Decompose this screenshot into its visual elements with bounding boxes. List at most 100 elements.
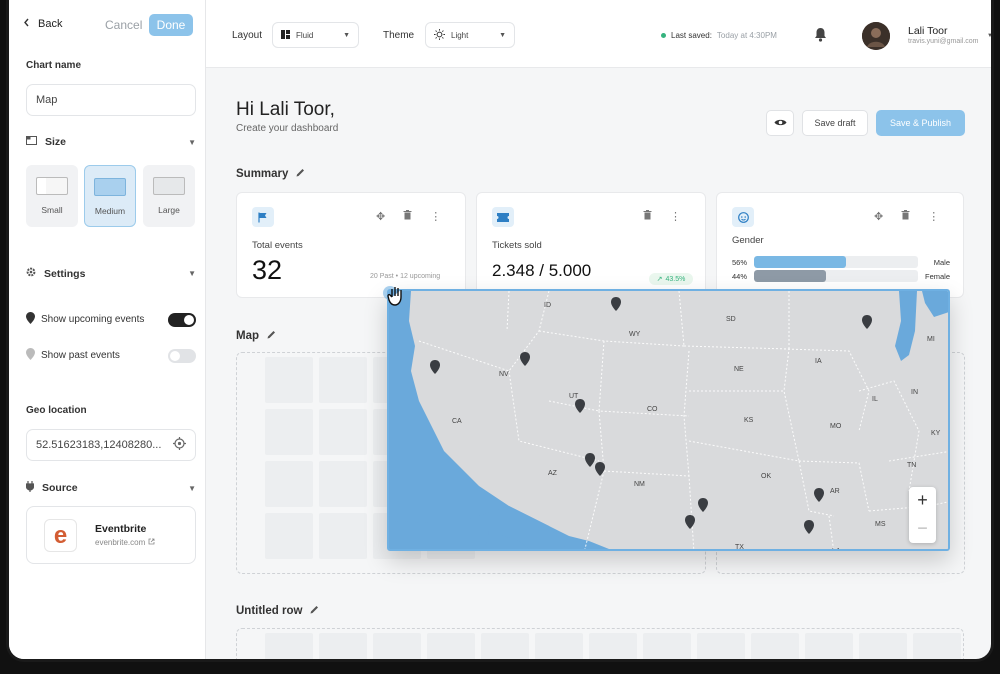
show-upcoming-toggle[interactable] <box>168 312 196 327</box>
zoom-controls: + − <box>909 487 936 543</box>
state-label: MO <box>830 423 842 430</box>
more-vertical-icon[interactable]: ⋮ <box>670 210 681 223</box>
zoom-in-button[interactable]: + <box>909 487 936 515</box>
save-draft-button[interactable]: Save draft <box>802 110 868 136</box>
growth-badge: ↗ 43.5% <box>649 273 693 285</box>
chevron-down-icon[interactable]: ▼ <box>987 33 991 39</box>
crosshair-icon[interactable] <box>173 437 186 453</box>
size-section-header[interactable]: Size ▼ <box>26 136 196 148</box>
pencil-icon[interactable] <box>267 330 276 342</box>
map-heading: Map <box>236 330 276 342</box>
summary-heading: Summary <box>236 168 305 180</box>
sun-icon <box>434 28 445 42</box>
gender-card: ✥ ⋮ Gender 56% Male 44% Female <box>716 192 964 298</box>
untitled-row-drop-zone[interactable] <box>236 628 964 659</box>
more-vertical-icon[interactable]: ⋮ <box>430 210 441 223</box>
external-link-icon <box>148 538 155 547</box>
card-title: Gender <box>732 235 764 246</box>
user-name: Lali Toor <box>908 25 948 37</box>
gender-bar-row: 44% Female <box>732 270 950 282</box>
us-map: ID WY SD NV UT CO NE IA CA KS AZ NM OK M… <box>389 291 948 549</box>
map-widget-dragging[interactable]: ID WY SD NV UT CO NE IA CA KS AZ NM OK M… <box>387 289 950 551</box>
chevron-down-icon: ▼ <box>188 269 196 278</box>
status-dot-icon <box>661 33 666 38</box>
size-option-medium[interactable]: Medium <box>84 165 136 227</box>
trash-icon[interactable] <box>643 210 652 223</box>
preview-button[interactable] <box>766 110 794 136</box>
source-link[interactable]: evenbrite.com <box>95 538 155 547</box>
bell-icon[interactable] <box>814 27 827 47</box>
settings-section-header[interactable]: Settings ▼ <box>26 267 196 280</box>
gender-bar-row: 56% Male <box>732 256 950 268</box>
source-section-header[interactable]: Source ▼ <box>25 481 196 495</box>
state-label: MI <box>927 336 935 343</box>
trash-icon[interactable] <box>901 210 910 223</box>
source-card[interactable]: e Eventbrite evenbrite.com <box>26 506 196 564</box>
zoom-out-button[interactable]: − <box>909 515 936 543</box>
total-events-card: ✥ ⋮ Total events 32 20 Past • 12 upcomin… <box>236 192 466 298</box>
move-icon[interactable]: ✥ <box>874 210 883 223</box>
show-past-row: Show past events <box>26 348 196 363</box>
state-label: AZ <box>548 470 558 477</box>
layout-grid-icon <box>281 29 290 41</box>
state-label: CA <box>452 418 462 425</box>
state-label: NE <box>734 366 744 373</box>
map-pin-icon <box>26 312 35 327</box>
events-breakdown: 20 Past • 12 upcoming <box>370 273 441 280</box>
male-bar <box>754 256 846 268</box>
chevron-down-icon: ▼ <box>188 483 196 493</box>
gear-icon <box>26 267 36 280</box>
size-icon <box>26 136 37 148</box>
untitled-row-heading: Untitled row <box>236 605 319 617</box>
page-subtitle: Create your dashboard <box>236 123 339 134</box>
app-window: Back Cancel Done Chart name Map Size ▼ S… <box>6 0 994 662</box>
bar-track <box>754 270 918 282</box>
avatar[interactable] <box>862 22 890 50</box>
female-bar <box>754 270 827 282</box>
show-upcoming-row: Show upcoming events <box>26 312 196 327</box>
cancel-button[interactable]: Cancel <box>105 18 142 32</box>
save-publish-button[interactable]: Save & Publish <box>876 110 965 136</box>
trash-icon[interactable] <box>403 210 412 223</box>
tickets-sold-value: 2.348 / 5.000 <box>492 261 592 280</box>
geo-location-label: Geo location <box>26 405 87 416</box>
ticket-icon <box>492 207 514 227</box>
chart-name-input[interactable]: Map <box>26 84 196 116</box>
card-title: Tickets sold <box>492 240 542 251</box>
chevron-down-icon: ▼ <box>188 137 196 147</box>
size-option-large[interactable]: Large <box>143 165 195 227</box>
pencil-icon[interactable] <box>310 605 319 617</box>
move-icon[interactable]: ✥ <box>376 210 385 223</box>
state-label: NV <box>499 371 509 378</box>
map-pin-icon <box>26 348 35 363</box>
state-label: SD <box>726 316 736 323</box>
total-events-value: 32 <box>252 255 283 285</box>
eventbrite-logo: e <box>44 519 77 552</box>
layout-dropdown[interactable]: Fluid ▼ <box>272 22 359 48</box>
state-label: NM <box>634 481 645 488</box>
chevron-down-icon: ▼ <box>343 31 350 39</box>
back-button[interactable]: Back <box>23 18 62 30</box>
small-size-icon <box>36 177 68 195</box>
card-title: Total events <box>252 240 303 251</box>
chevron-down-icon: ▼ <box>499 31 506 39</box>
theme-dropdown[interactable]: Light ▼ <box>425 22 515 48</box>
state-label: AR <box>830 488 840 495</box>
tickets-sold-card: ⋮ Tickets sold 2.348 / 5.000 ↗ 43.5% <box>476 192 706 298</box>
geo-location-input[interactable]: 52.51623183,12408280... <box>26 429 196 461</box>
done-button[interactable]: Done <box>149 14 193 36</box>
chevron-left-icon <box>23 18 30 30</box>
medium-size-icon <box>94 178 126 196</box>
size-option-small[interactable]: Small <box>26 165 78 227</box>
state-label: KS <box>744 417 754 424</box>
show-past-toggle[interactable] <box>168 348 196 363</box>
theme-label: Theme <box>383 30 415 41</box>
more-vertical-icon[interactable]: ⋮ <box>928 210 939 223</box>
state-label: KY <box>931 430 941 437</box>
state-label: CO <box>647 406 658 413</box>
chart-name-label: Chart name <box>26 60 82 71</box>
pencil-icon[interactable] <box>296 168 305 180</box>
face-icon <box>732 207 754 227</box>
bar-track <box>754 256 918 268</box>
plug-icon <box>25 481 35 495</box>
